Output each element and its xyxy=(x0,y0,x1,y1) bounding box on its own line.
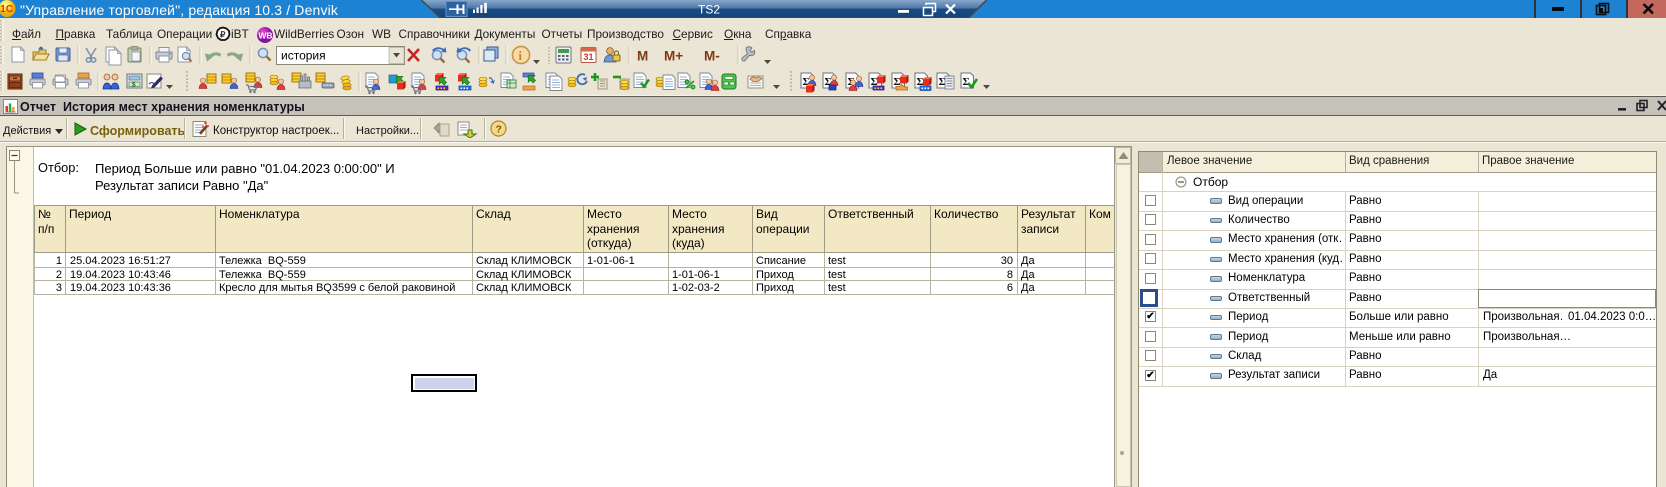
svg-text:?: ? xyxy=(496,124,502,136)
svg-text:31: 31 xyxy=(584,52,594,62)
svg-text:M+: M+ xyxy=(664,49,683,64)
svg-text:i: i xyxy=(519,49,523,63)
svg-text:история: история xyxy=(281,49,326,63)
svg-text:M: M xyxy=(637,49,648,64)
svg-text:WB: WB xyxy=(258,31,272,41)
svg-text:1C: 1C xyxy=(0,4,13,15)
svg-text:M-: M- xyxy=(704,49,720,64)
svg-text:$: $ xyxy=(132,82,136,89)
svg-text:TS2: TS2 xyxy=(698,3,720,17)
svg-text:₽: ₽ xyxy=(220,30,226,40)
